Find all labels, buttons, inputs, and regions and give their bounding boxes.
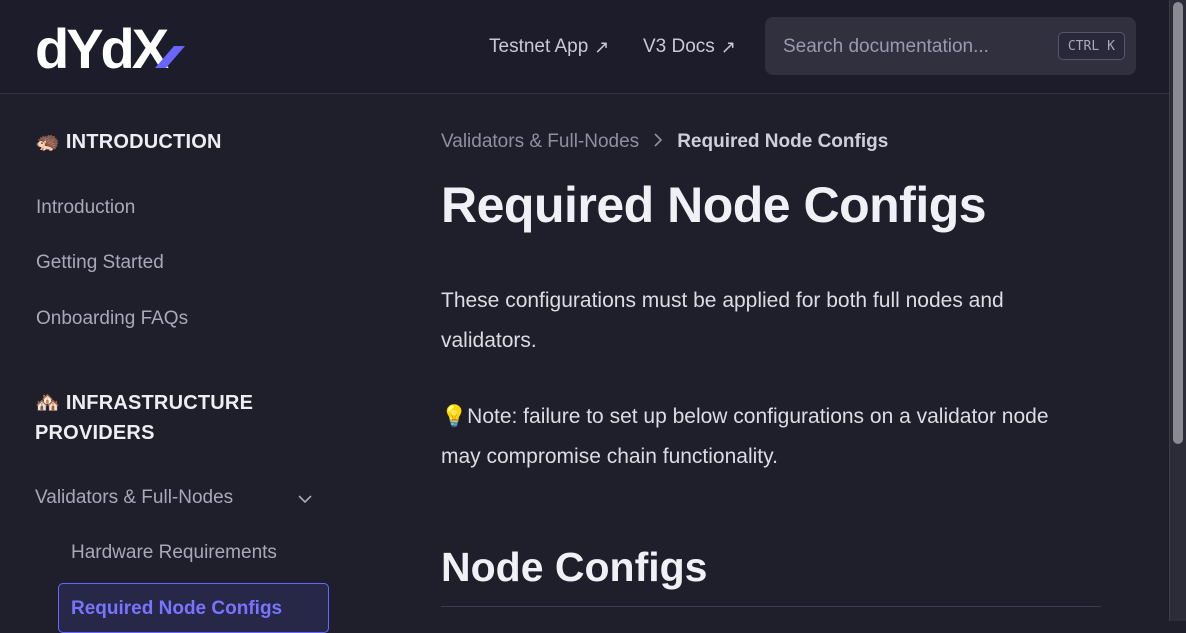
v3-docs-label: V3 Docs: [643, 36, 715, 57]
top-navigation-bar: dYdX Testnet App ↗ V3 Docs ↗ CTRL K: [0, 0, 1170, 94]
note-text: Note: failure to set up below configurat…: [441, 405, 1049, 468]
external-arrow-icon: ↗: [720, 36, 736, 57]
lightbulb-icon: 💡: [441, 405, 468, 428]
section-title-label: INTRODUCTION: [65, 131, 222, 153]
testnet-app-label: Testnet App: [489, 36, 589, 57]
page-title: Required Node Configs: [441, 177, 987, 233]
search-box[interactable]: CTRL K: [765, 17, 1136, 77]
sidebar-item-introduction[interactable]: Introduction: [36, 197, 135, 219]
chevron-right-icon: [653, 132, 663, 153]
section-title-line2: PROVIDERS: [35, 422, 155, 444]
external-arrow-icon: ↗: [594, 36, 610, 57]
breadcrumb-current: Required Node Configs: [677, 131, 889, 152]
search-shortcut-badge: CTRL K: [1057, 32, 1125, 60]
svg-text:dYdX: dYdX: [35, 22, 169, 72]
search-input[interactable]: [781, 17, 1055, 77]
breadcrumb: Validators & Full-Nodes Required Node Co…: [441, 131, 888, 153]
dydx-logo[interactable]: dYdX: [35, 22, 185, 72]
shortcut-ctrl: CTRL: [1067, 38, 1100, 54]
page-scrollbar[interactable]: [1169, 0, 1186, 621]
note-paragraph: 💡Note: failure to set up below configura…: [441, 397, 1081, 477]
heading-divider: [441, 606, 1101, 607]
v3-docs-link[interactable]: V3 Docs ↗: [643, 36, 736, 58]
shortcut-key: K: [1107, 38, 1115, 54]
sidebar-item-hardware-requirements[interactable]: Hardware Requirements: [71, 542, 277, 564]
intro-paragraph: These configurations must be applied for…: [441, 289, 1004, 352]
hedgehog-icon: 🦔: [35, 131, 61, 153]
chevron-down-icon[interactable]: [298, 494, 312, 504]
section-heading: Node Configs: [441, 544, 708, 590]
sidebar-section-introduction: 🦔 INTRODUCTION: [35, 127, 222, 157]
breadcrumb-link[interactable]: Validators & Full-Nodes: [441, 131, 639, 153]
sidebar-item-required-node-configs[interactable]: Required Node Configs: [58, 583, 329, 633]
sidebar-item-getting-started[interactable]: Getting Started: [36, 252, 164, 274]
sidebar-item-onboarding-faqs[interactable]: Onboarding FAQs: [36, 308, 188, 330]
section-title-line1: INFRASTRUCTURE: [65, 392, 254, 414]
houses-icon: 🏘️: [35, 392, 61, 414]
active-item-label: Required Node Configs: [71, 598, 283, 619]
sidebar-group-validators[interactable]: Validators & Full-Nodes: [35, 487, 233, 509]
sidebar-section-infrastructure: 🏘️ INFRASTRUCTURE PROVIDERS: [35, 388, 253, 448]
scrollbar-thumb[interactable]: [1173, 2, 1183, 444]
testnet-app-link[interactable]: Testnet App ↗: [489, 36, 609, 58]
